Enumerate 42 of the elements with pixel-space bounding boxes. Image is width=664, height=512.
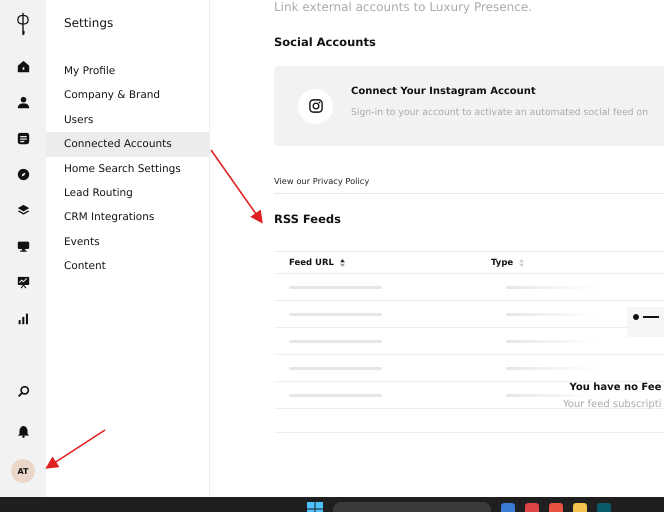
nav-item[interactable]: Content	[46, 254, 209, 279]
person-icon[interactable]	[16, 96, 30, 109]
nav-item[interactable]: My Profile	[46, 59, 209, 84]
app-icon[interactable]	[525, 503, 539, 512]
column-header[interactable]: Type	[491, 258, 664, 268]
annotation-arrow	[45, 429, 106, 469]
instagram-icon	[308, 99, 322, 113]
card-title: Connect Your Instagram Account	[351, 86, 537, 97]
column-header[interactable]: Feed URL	[274, 258, 491, 268]
column-label: Type	[491, 258, 514, 268]
search-icon[interactable]	[16, 385, 30, 398]
folder-icon[interactable]	[573, 503, 587, 512]
section-heading: RSS Feeds	[274, 212, 342, 226]
presentation-chart-icon[interactable]	[16, 276, 30, 289]
bar-chart-icon[interactable]	[16, 312, 30, 325]
home-icon[interactable]	[16, 60, 30, 73]
empty-state-title: You have no Fee	[570, 382, 662, 393]
section-heading: Social Accounts	[274, 35, 377, 49]
settings-title: Settings	[63, 16, 114, 30]
nav-item[interactable]: Connected Accounts	[46, 132, 209, 157]
nav-item[interactable]: Lead Routing	[46, 180, 209, 206]
page-subtitle: Link external accounts to Luxury Presence.	[274, 0, 534, 15]
logo-icon[interactable]	[16, 12, 30, 36]
layers-icon[interactable]	[16, 204, 30, 217]
nav-item[interactable]: Events	[46, 230, 209, 254]
nav-item[interactable]: Home Search Settings	[46, 156, 209, 181]
document-icon[interactable]	[16, 132, 30, 145]
nav-item[interactable]: CRM Integrations	[46, 205, 209, 230]
avatar[interactable]: AT	[11, 459, 35, 483]
nav-item[interactable]: Users	[46, 108, 209, 132]
windows-icon[interactable]	[307, 502, 323, 512]
card-description: Sign-in to your account to activate an automated social feed on	[351, 107, 648, 118]
monitor-icon[interactable]	[16, 240, 30, 253]
bell-icon[interactable]	[16, 425, 30, 438]
app-icon[interactable]	[549, 503, 563, 512]
nav-item[interactable]: Company & Brand	[46, 83, 209, 108]
app-icon[interactable]	[501, 503, 515, 512]
taskbar-search-field[interactable]	[333, 502, 491, 512]
column-label: Feed URL	[289, 258, 334, 268]
compass-icon[interactable]	[16, 168, 30, 181]
empty-state-text: Your feed subscripti	[563, 399, 662, 410]
privacy-policy-link[interactable]: View our Privacy Policy	[274, 176, 370, 186]
